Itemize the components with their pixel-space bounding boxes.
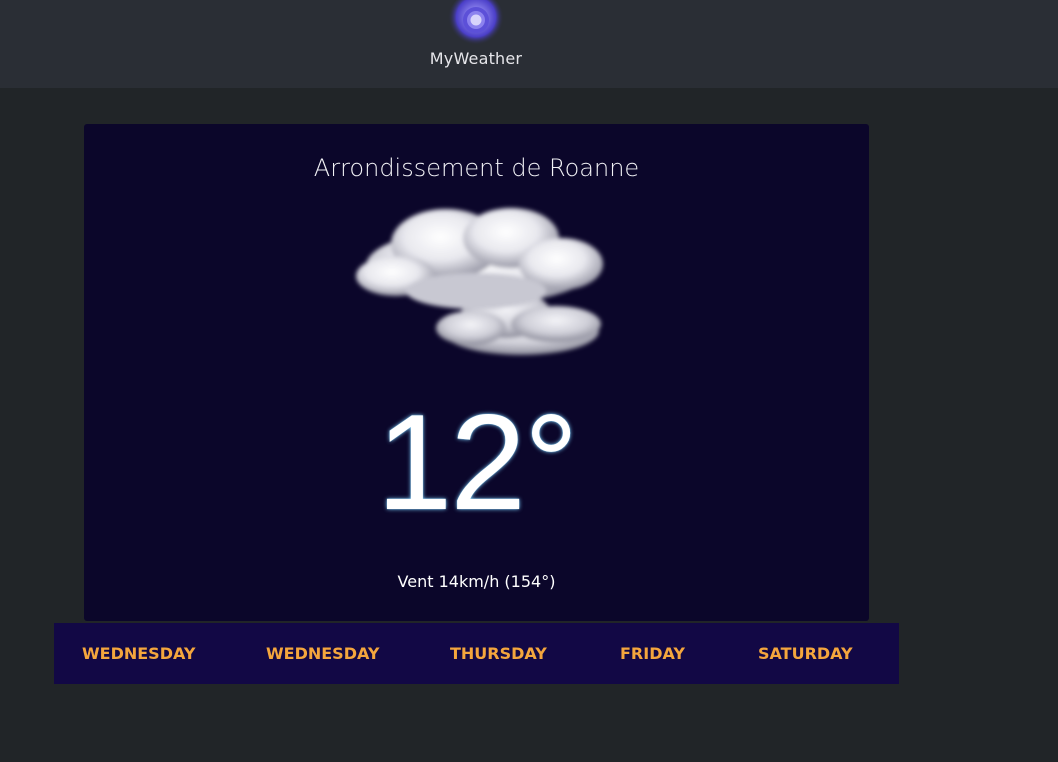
weather-orb-icon bbox=[448, 0, 504, 48]
wind-info: Vent 14km/h (154°) bbox=[397, 572, 556, 591]
city-name: Arrondissement de Roanne bbox=[313, 154, 640, 182]
current-temperature: 12° bbox=[376, 386, 579, 538]
app-name: MyWeather bbox=[429, 49, 523, 68]
forecast-day-tab[interactable]: FRIDAY bbox=[620, 623, 685, 684]
clouds-icon bbox=[356, 208, 603, 355]
forecast-day-tab[interactable]: WEDNESDAY bbox=[82, 623, 195, 684]
top-navbar: MyWeather bbox=[0, 0, 1058, 88]
brand-link[interactable]: MyWeather bbox=[420, 0, 532, 80]
current-weather-card: Arrondissement de Roanne 12° Vent 14km/h… bbox=[84, 124, 869, 621]
forecast-day-tab[interactable]: SATURDAY bbox=[758, 623, 853, 684]
forecast-day-tab[interactable]: THURSDAY bbox=[450, 623, 547, 684]
forecast-day-tab[interactable]: WEDNESDAY bbox=[266, 623, 379, 684]
forecast-days-bar: WEDNESDAY WEDNESDAY THURSDAY FRIDAY SATU… bbox=[54, 623, 899, 684]
